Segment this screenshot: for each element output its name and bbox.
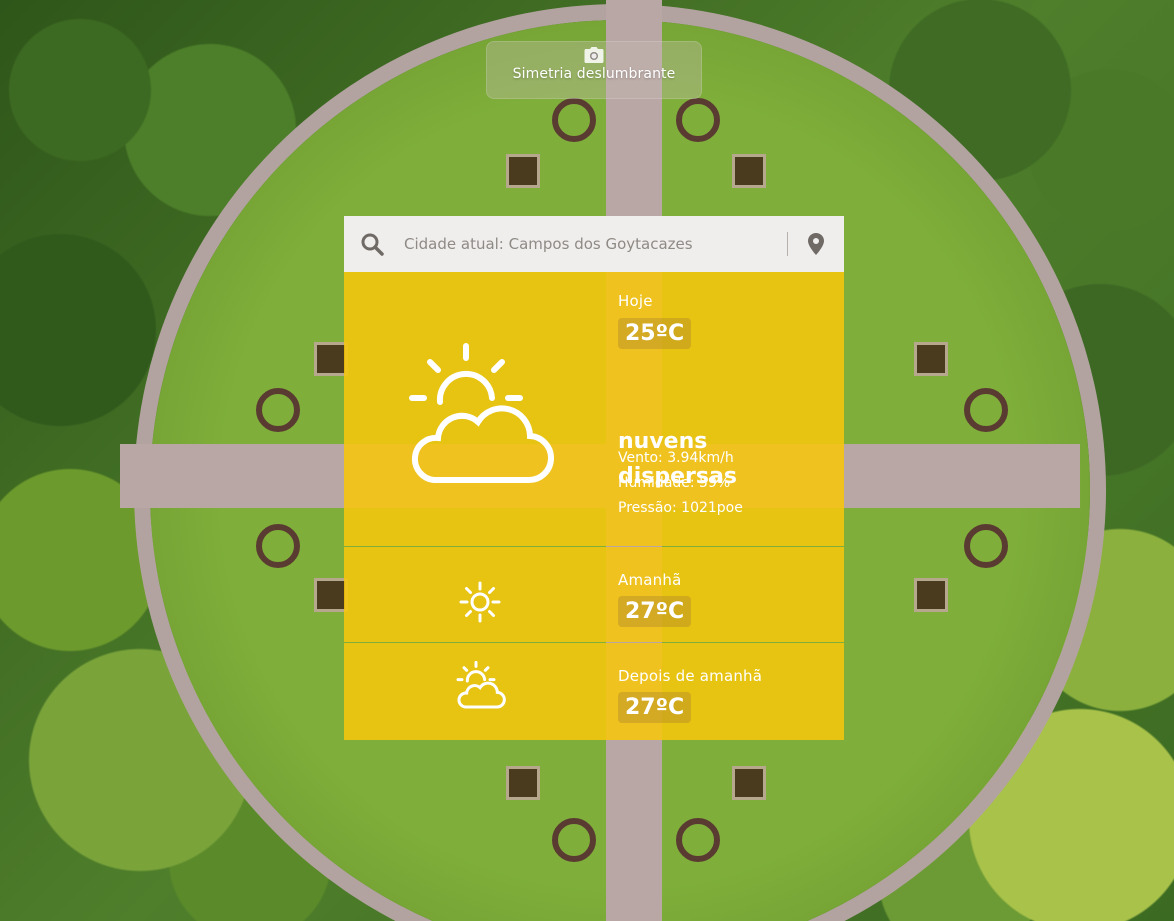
- today-label: Hoje: [618, 292, 653, 310]
- location-pin-icon[interactable]: [807, 232, 825, 256]
- tomorrow-label: Amanhã: [618, 571, 682, 589]
- photo-caption-text: Simetria deslumbrante: [512, 66, 676, 82]
- background-flower-bed: [964, 524, 1008, 568]
- background-planter: [732, 154, 766, 188]
- partly-cloudy-icon: [456, 661, 506, 709]
- after-tomorrow-panel: Depois de amanhã 27ºC: [344, 643, 844, 740]
- after-tomorrow-temp: 27ºC: [618, 692, 692, 723]
- search-divider: [787, 232, 788, 256]
- search-input[interactable]: [402, 223, 766, 265]
- weather-widget: Hoje 25ºC nuvens dispersas Vento: 3.94km…: [344, 216, 844, 740]
- background-planter: [314, 342, 348, 376]
- search-icon[interactable]: [360, 232, 384, 256]
- partly-cloudy-icon: [409, 343, 554, 484]
- background-planter: [314, 578, 348, 612]
- background-flower-bed: [964, 388, 1008, 432]
- tomorrow-panel: Amanhã 27ºC: [344, 547, 844, 642]
- background-planter: [506, 154, 540, 188]
- today-pressure: Pressão: 1021poe: [618, 500, 743, 516]
- today-wind: Vento: 3.94km/h: [618, 450, 734, 466]
- photo-caption: Simetria deslumbrante: [486, 41, 702, 99]
- today-panel: Hoje 25ºC nuvens dispersas Vento: 3.94km…: [344, 272, 844, 546]
- camera-icon: [584, 47, 604, 63]
- background-flower-bed: [552, 98, 596, 142]
- background-flower-bed: [676, 98, 720, 142]
- today-temp: 25ºC: [618, 318, 692, 349]
- tomorrow-temp: 27ºC: [618, 596, 692, 627]
- background-planter: [506, 766, 540, 800]
- sun-icon: [459, 581, 501, 623]
- background-planter: [914, 578, 948, 612]
- today-humidity: Humidade: 59%: [618, 475, 731, 491]
- background-flower-bed: [676, 818, 720, 862]
- search-bar: [344, 216, 844, 272]
- after-tomorrow-label: Depois de amanhã: [618, 667, 763, 685]
- background-planter: [732, 766, 766, 800]
- background-flower-bed: [256, 388, 300, 432]
- background-flower-bed: [552, 818, 596, 862]
- background-flower-bed: [256, 524, 300, 568]
- background-planter: [914, 342, 948, 376]
